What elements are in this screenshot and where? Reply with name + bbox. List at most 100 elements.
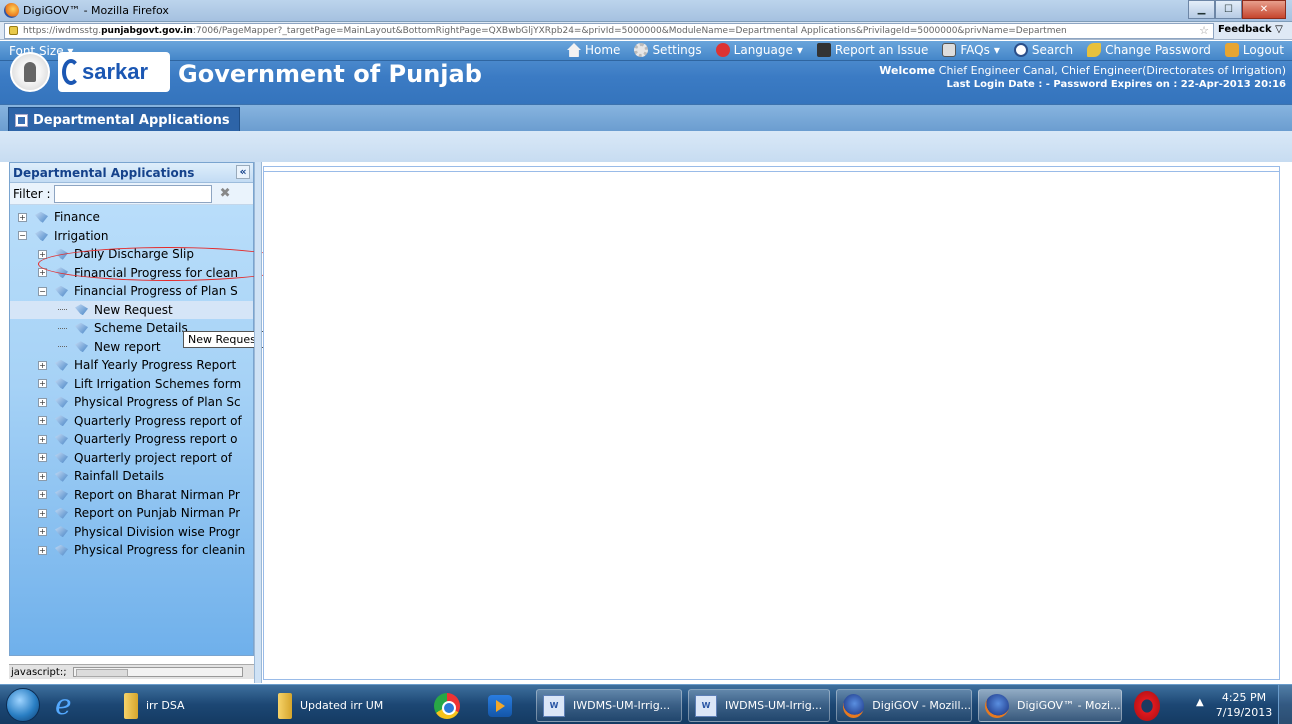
collapse-icon[interactable]: − — [18, 231, 27, 241]
app-node-icon — [55, 359, 68, 371]
panel-header: Departmental Applications « — [10, 163, 253, 183]
logout-icon — [1224, 43, 1239, 57]
tree-node-label: Physical Division wise Progr — [74, 524, 241, 539]
minimize-button[interactable]: ▁ — [1188, 0, 1215, 19]
app-node-icon — [55, 433, 68, 445]
tree-node[interactable]: + Physical Progress for cleanin — [10, 541, 253, 560]
app-node-icon — [55, 396, 68, 408]
e-swoosh-icon — [62, 59, 80, 85]
tree-node[interactable]: + Report on Punjab Nirman Pr — [10, 504, 253, 523]
expand-icon[interactable]: + — [38, 397, 47, 407]
nav-logout[interactable]: Logout — [1224, 43, 1284, 57]
taskbar-opera[interactable] — [1128, 689, 1174, 722]
clock-time: 4:25 PM — [1221, 691, 1267, 704]
tree-node[interactable]: + Quarterly Progress report of — [10, 412, 253, 431]
url-field[interactable]: https://iwdmsstg.punjabgovt.gov.in:7006/… — [4, 23, 1214, 39]
tree-node[interactable]: + Physical Progress of Plan Sc — [10, 393, 253, 412]
tree-node[interactable]: + Finance — [10, 208, 253, 227]
taskbar-item-updated-irr-um[interactable]: Updated irr UM — [272, 689, 412, 722]
app-node-icon — [55, 470, 68, 482]
tree-node[interactable]: − Irrigation — [10, 227, 253, 246]
expand-icon[interactable]: + — [38, 490, 47, 500]
expand-icon[interactable]: + — [38, 434, 47, 444]
bookmark-star-icon[interactable]: ☆ — [1199, 24, 1209, 38]
opera-icon — [1134, 690, 1160, 721]
gear-icon — [634, 43, 649, 57]
word-icon: W — [543, 694, 565, 717]
tree-node-label: Quarterly Progress report of — [74, 413, 242, 428]
taskbar-item-digigov-2[interactable]: DigiGOV™ - Mozi... — [978, 689, 1122, 722]
collapse-panel-button[interactable]: « — [236, 165, 250, 179]
nav-language[interactable]: Language ▾ — [715, 43, 803, 57]
nav-faqs[interactable]: FAQs ▾ — [942, 43, 1000, 57]
tree-node-label: Quarterly Progress report o — [74, 432, 238, 447]
key-icon — [1087, 43, 1102, 57]
nav-settings[interactable]: Settings — [634, 43, 702, 57]
expand-icon[interactable]: + — [38, 379, 47, 389]
expand-icon[interactable]: + — [38, 527, 47, 537]
taskbar-item-digigov-1[interactable]: DigiGOV - Mozill... — [836, 689, 972, 722]
tree-node[interactable]: − Financial Progress of Plan S — [10, 282, 253, 301]
tree-node-label: Rainfall Details — [74, 469, 165, 484]
status-bar: javascript:; — [9, 664, 254, 679]
panel-splitter[interactable] — [254, 162, 262, 683]
expand-icon[interactable]: + — [38, 471, 47, 481]
tree-node[interactable]: + Quarterly Progress report o — [10, 430, 253, 449]
tab-departmental-applications[interactable]: Departmental Applications — [8, 107, 240, 132]
close-button[interactable]: ✕ — [1242, 0, 1286, 19]
lock-icon — [9, 26, 18, 35]
feedback-button[interactable]: Feedback ▽ — [1218, 24, 1283, 35]
expand-icon[interactable]: + — [38, 360, 47, 370]
show-desktop-button[interactable] — [1278, 685, 1292, 724]
taskbar-media-player[interactable] — [482, 689, 522, 722]
esarkar-logo: sarkar — [58, 52, 170, 92]
tooltip: New Request — [183, 331, 266, 348]
expand-icon[interactable]: + — [38, 545, 47, 555]
app-node-icon — [75, 322, 88, 334]
tree-node-label: Irrigation — [54, 228, 109, 243]
report-icon — [816, 43, 831, 57]
tree-node-label: Report on Bharat Nirman Pr — [74, 487, 240, 502]
horizontal-scrollbar[interactable] — [72, 667, 243, 677]
brand-text: sarkar — [82, 59, 149, 84]
taskbar-item-iwdms-1[interactable]: W IWDMS-UM-Irrig... — [536, 689, 682, 722]
nav-search[interactable]: Search — [1013, 43, 1073, 57]
expand-icon[interactable]: + — [18, 212, 27, 222]
app-node-icon — [55, 285, 68, 297]
tree-node[interactable]: + Half Yearly Progress Report — [10, 356, 253, 375]
taskbar-item-iwdms-2[interactable]: W IWDMS-UM-Irrig... — [688, 689, 830, 722]
app-node-icon — [75, 341, 88, 353]
internet-explorer-icon[interactable]: e — [55, 691, 72, 719]
expand-icon[interactable]: + — [38, 416, 47, 426]
status-text: javascript:; — [11, 666, 67, 678]
start-button[interactable] — [6, 688, 40, 722]
app-header: Font Size ▾ Home Settings Language ▾ Rep… — [0, 41, 1292, 132]
expand-icon[interactable]: + — [38, 508, 47, 518]
nav-home[interactable]: Home — [567, 43, 620, 57]
panel-title: Departmental Applications — [13, 166, 195, 180]
taskbar-item-irr-dsa[interactable]: irr DSA — [118, 689, 248, 722]
tree-node[interactable]: + Report on Bharat Nirman Pr — [10, 486, 253, 505]
tree-node[interactable]: + Rainfall Details — [10, 467, 253, 486]
tree-node[interactable]: New Request — [10, 300, 253, 319]
system-clock[interactable]: 4:25 PM 7/19/2013 — [1214, 690, 1274, 720]
tree-node[interactable]: + Lift Irrigation Schemes form — [10, 375, 253, 394]
app-node-icon — [55, 544, 68, 556]
taskbar-chrome[interactable] — [428, 689, 468, 722]
tree-node-label: Physical Progress for cleanin — [74, 543, 246, 558]
tree-node[interactable]: + Physical Division wise Progr — [10, 523, 253, 542]
nav-report-issue[interactable]: Report an Issue — [816, 43, 928, 57]
filter-input[interactable] — [53, 184, 212, 203]
tree-node-label: Lift Irrigation Schemes form — [74, 376, 242, 391]
nav-change-password[interactable]: Change Password — [1087, 43, 1211, 57]
url-bar: https://iwdmsstg.punjabgovt.gov.in:7006/… — [0, 22, 1292, 40]
language-icon — [715, 43, 730, 57]
show-hidden-icons-button[interactable]: ▲ — [1196, 697, 1204, 708]
maximize-button[interactable]: ☐ — [1215, 0, 1242, 19]
collapse-icon[interactable]: − — [38, 286, 47, 296]
tree-node[interactable]: + Quarterly project report of — [10, 449, 253, 468]
main-content-area — [263, 166, 1280, 680]
window-controls: ▁ ☐ ✕ — [1188, 0, 1286, 20]
expand-icon[interactable]: + — [38, 453, 47, 463]
clear-filter-icon[interactable]: ✖ — [220, 186, 231, 201]
